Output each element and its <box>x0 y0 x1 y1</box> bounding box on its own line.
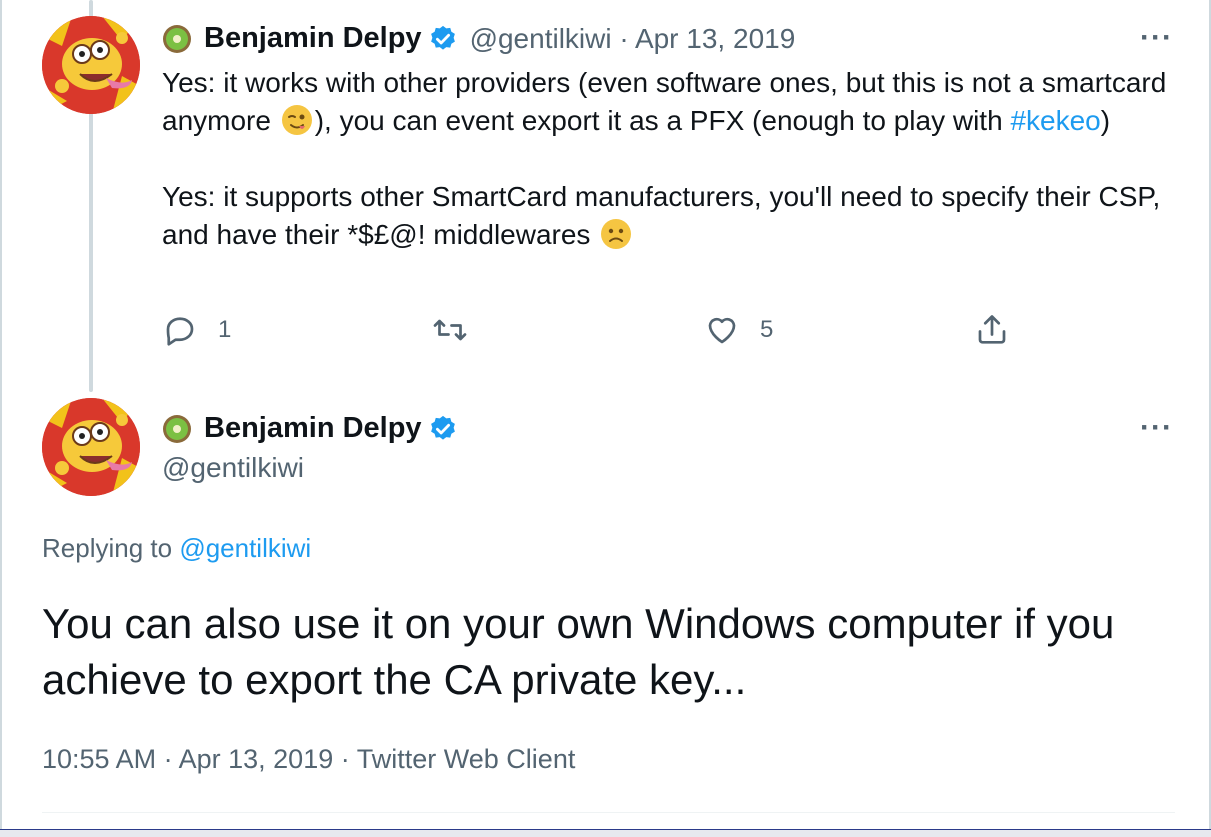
display-name[interactable]: Benjamin Delpy <box>204 22 422 55</box>
tweet-date[interactable]: Apr 13, 2019 <box>635 23 795 54</box>
tweet-metadata: 10:55 AM · Apr 13, 2019 · Twitter Web Cl… <box>42 744 575 775</box>
main-tweet-header: Benjamin Delpy <box>162 412 458 445</box>
text-segment: Yes: it supports other SmartCard manufac… <box>162 181 1161 250</box>
separator: · <box>163 744 173 774</box>
main-tweet-text: You can also use it on your own Windows … <box>42 600 1115 703</box>
tweet-source[interactable]: Twitter Web Client <box>357 744 576 774</box>
separator: · <box>340 744 350 774</box>
like-count: 5 <box>760 316 774 343</box>
frowning-face-emoji-icon <box>601 219 632 249</box>
text-segment: ) <box>1100 105 1111 136</box>
avatar[interactable] <box>42 398 140 496</box>
reply-button[interactable]: 1 <box>162 312 231 348</box>
display-name[interactable]: Benjamin Delpy <box>204 412 422 445</box>
replying-to-line: Replying to @gentilkiwi <box>42 533 311 564</box>
more-options-button[interactable]: ··· <box>1140 23 1173 53</box>
tweet-date[interactable]: Apr 13, 2019 <box>179 744 334 774</box>
tweet-time[interactable]: 10:55 AM <box>42 744 156 774</box>
handle[interactable]: @gentilkiwi <box>470 23 612 54</box>
winking-face-emoji-icon <box>281 105 312 135</box>
like-button[interactable]: 5 <box>704 312 773 348</box>
kiwi-emoji-icon <box>163 24 191 53</box>
reply-tweet-text: Yes: it works with other providers (even… <box>162 64 1182 254</box>
text-segment: ), you can event export it as a PFX (eno… <box>314 105 1003 136</box>
verified-badge-icon <box>430 415 455 440</box>
avatar[interactable] <box>42 16 140 114</box>
tweet-actions-bar: 1 5 <box>162 312 1062 356</box>
reply-count: 1 <box>218 316 232 343</box>
more-options-button[interactable]: ··· <box>1140 413 1173 443</box>
verified-badge-icon <box>430 25 455 50</box>
handle[interactable]: @gentilkiwi <box>162 452 304 484</box>
hashtag-link[interactable]: #kekeo <box>1010 105 1100 136</box>
divider <box>42 812 1175 813</box>
handle-and-date: @gentilkiwi · Apr 13, 2019 <box>470 23 796 55</box>
window-bottom-edge <box>0 829 1211 837</box>
replying-prefix: Replying to <box>42 533 173 563</box>
avatar-image <box>42 398 140 496</box>
reply-icon <box>166 317 194 346</box>
retweet-icon <box>433 319 467 341</box>
share-icon <box>978 315 1006 344</box>
share-button[interactable] <box>974 312 1010 348</box>
reply-tweet-header: Benjamin Delpy @gentilkiwi · Apr 13, 201… <box>162 22 795 55</box>
separator: · <box>619 22 629 54</box>
like-icon <box>708 317 736 344</box>
mention-link[interactable]: @gentilkiwi <box>179 533 311 563</box>
retweet-button[interactable] <box>432 312 488 348</box>
avatar-image <box>42 16 140 114</box>
kiwi-emoji-icon <box>163 414 191 443</box>
